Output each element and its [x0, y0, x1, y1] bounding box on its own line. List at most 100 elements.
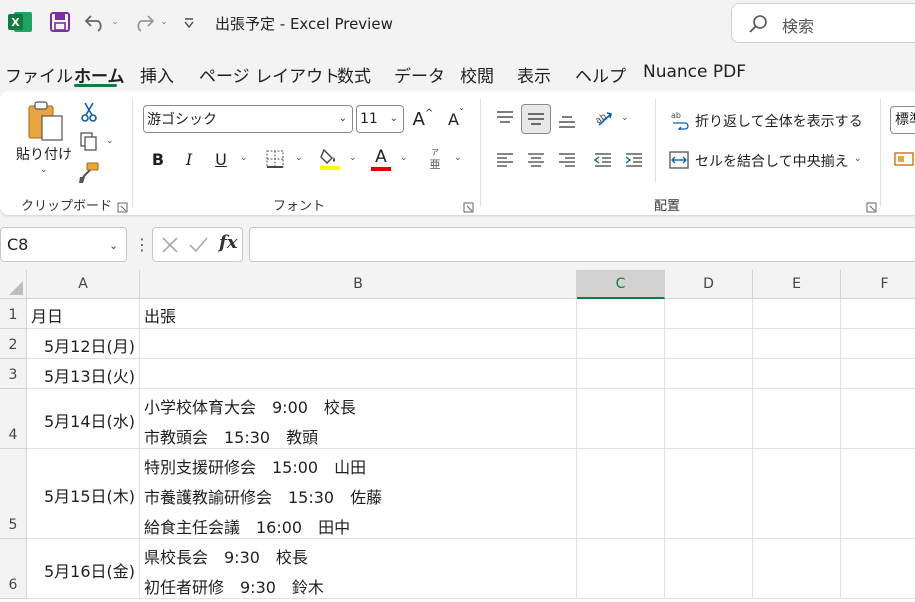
cell-c5[interactable] — [577, 449, 665, 539]
cell-e3[interactable] — [753, 359, 841, 389]
number-format-select[interactable]: 標準 — [890, 106, 915, 134]
search-input[interactable]: 検索 — [731, 3, 915, 43]
column-header-d[interactable]: D — [665, 270, 753, 299]
align-bottom-icon[interactable] — [554, 107, 580, 135]
cell-e6[interactable] — [753, 539, 841, 599]
font-name-select[interactable]: 游ゴシック ⌄ — [143, 105, 353, 133]
borders-icon[interactable] — [264, 148, 286, 170]
paste-icon[interactable] — [24, 99, 66, 143]
cancel-icon[interactable] — [161, 236, 179, 254]
insert-function-icon[interactable]: fx — [219, 232, 237, 253]
align-top-icon[interactable] — [492, 104, 518, 132]
cell-b1[interactable]: 出張 — [140, 299, 577, 329]
align-right-icon[interactable] — [554, 147, 580, 173]
copy-icon[interactable] — [77, 131, 101, 153]
cell-d2[interactable] — [665, 329, 753, 359]
tab-review[interactable]: 校閲 — [460, 62, 494, 87]
cell-a5[interactable]: 5月15日(木) — [27, 449, 140, 539]
cell-c6[interactable] — [577, 539, 665, 599]
clipboard-launcher-icon[interactable] — [117, 198, 128, 213]
cell-c4[interactable] — [577, 389, 665, 449]
orientation-dropdown-icon[interactable]: ⌄ — [621, 113, 629, 123]
increase-indent-icon[interactable] — [621, 147, 647, 173]
cell-a4[interactable]: 5月14日(水) — [27, 389, 140, 449]
orientation-icon[interactable]: ab — [591, 105, 617, 131]
tab-file[interactable]: ファイル — [5, 62, 73, 87]
row-header-1[interactable]: 1 — [0, 299, 27, 329]
tab-data[interactable]: データ — [394, 62, 445, 87]
cell-c1[interactable] — [577, 299, 665, 329]
font-color-dropdown-icon[interactable]: ⌄ — [400, 153, 408, 163]
borders-dropdown-icon[interactable]: ⌄ — [295, 153, 303, 163]
cell-b5[interactable]: 特別支援研修会 15:00 山田 市養護教諭研修会 15:30 佐藤 給食主任会… — [140, 449, 577, 539]
cell-e4[interactable] — [753, 389, 841, 449]
cell-e5[interactable] — [753, 449, 841, 539]
cut-icon[interactable] — [78, 101, 100, 123]
align-middle-icon[interactable] — [521, 104, 551, 134]
formula-input[interactable] — [249, 227, 915, 262]
phonetic-dropdown-icon[interactable]: ⌄ — [454, 153, 462, 163]
cell-d3[interactable] — [665, 359, 753, 389]
tab-page-layout[interactable]: ページ レイアウト — [199, 62, 340, 87]
cell-a6[interactable]: 5月16日(金) — [27, 539, 140, 599]
font-color-button[interactable]: A — [369, 145, 393, 173]
shrink-font-button[interactable]: Aˇ — [443, 105, 469, 133]
cell-f3[interactable] — [841, 359, 915, 389]
more-options-icon[interactable]: ⋮ — [134, 234, 150, 256]
format-painter-icon[interactable] — [77, 161, 101, 185]
cell-a1[interactable]: 月日 — [27, 299, 140, 329]
cell-c3[interactable] — [577, 359, 665, 389]
cell-b6[interactable]: 県校長会 9:30 校長 初任者研修 9:30 鈴木 — [140, 539, 577, 599]
merge-center-button[interactable]: セルを結合して中央揃え — [695, 151, 849, 171]
tab-formulas[interactable]: 数式 — [337, 62, 371, 87]
enter-check-icon[interactable] — [188, 236, 208, 254]
cell-b4[interactable]: 小学校体育大会 9:00 校長 市教頭会 15:30 教頭 — [140, 389, 577, 449]
decrease-indent-icon[interactable] — [590, 147, 616, 173]
alignment-launcher-icon[interactable] — [866, 198, 877, 213]
cell-d4[interactable] — [665, 389, 753, 449]
cell-c2[interactable] — [577, 329, 665, 359]
cell-b3[interactable] — [140, 359, 577, 389]
column-header-a[interactable]: A — [27, 270, 140, 299]
fill-color-dropdown-icon[interactable]: ⌄ — [349, 153, 357, 163]
cell-a3[interactable]: 5月13日(火) — [27, 359, 140, 389]
redo-dropdown-icon[interactable]: ⌄ — [159, 14, 169, 30]
column-header-e[interactable]: E — [753, 270, 841, 299]
fill-color-icon[interactable] — [318, 146, 342, 172]
wrap-text-button[interactable]: 折り返して全体を表示する — [695, 111, 863, 131]
cell-d5[interactable] — [665, 449, 753, 539]
cell-d6[interactable] — [665, 539, 753, 599]
tab-nuance-pdf[interactable]: Nuance PDF — [643, 62, 746, 82]
column-header-b[interactable]: B — [140, 270, 577, 299]
customize-qat-icon[interactable] — [182, 14, 196, 32]
name-box[interactable]: C8 ⌄ — [0, 227, 127, 262]
wrap-text-icon[interactable]: ab — [670, 109, 690, 131]
tab-help[interactable]: ヘルプ — [575, 62, 626, 87]
font-size-select[interactable]: 11 ⌄ — [356, 105, 404, 133]
conditional-format-icon[interactable] — [893, 149, 915, 171]
font-launcher-icon[interactable] — [463, 198, 474, 213]
undo-icon[interactable] — [82, 10, 108, 34]
merge-dropdown-icon[interactable]: ⌄ — [854, 154, 862, 164]
redo-icon[interactable] — [131, 10, 157, 34]
column-header-f[interactable]: F — [841, 270, 915, 299]
underline-button[interactable]: U — [211, 147, 231, 171]
copy-dropdown-icon[interactable]: ⌄ — [106, 136, 114, 146]
cell-e1[interactable] — [753, 299, 841, 329]
paste-button[interactable]: 貼り付け — [16, 144, 72, 164]
cell-e2[interactable] — [753, 329, 841, 359]
cell-f4[interactable] — [841, 389, 915, 449]
phonetic-guide-icon[interactable]: ア 亜 — [426, 146, 444, 172]
cell-f1[interactable] — [841, 299, 915, 329]
column-header-c[interactable]: C — [577, 270, 665, 299]
tab-view[interactable]: 表示 — [517, 62, 551, 87]
cell-f2[interactable] — [841, 329, 915, 359]
undo-dropdown-icon[interactable]: ⌄ — [110, 14, 120, 30]
cell-a2[interactable]: 5月12日(月) — [27, 329, 140, 359]
merge-center-icon[interactable] — [668, 149, 690, 171]
tab-insert[interactable]: 挿入 — [140, 62, 174, 87]
underline-dropdown-icon[interactable]: ⌄ — [240, 153, 248, 163]
save-icon[interactable] — [49, 11, 71, 33]
italic-button[interactable]: I — [180, 147, 198, 171]
cell-f5[interactable] — [841, 449, 915, 539]
